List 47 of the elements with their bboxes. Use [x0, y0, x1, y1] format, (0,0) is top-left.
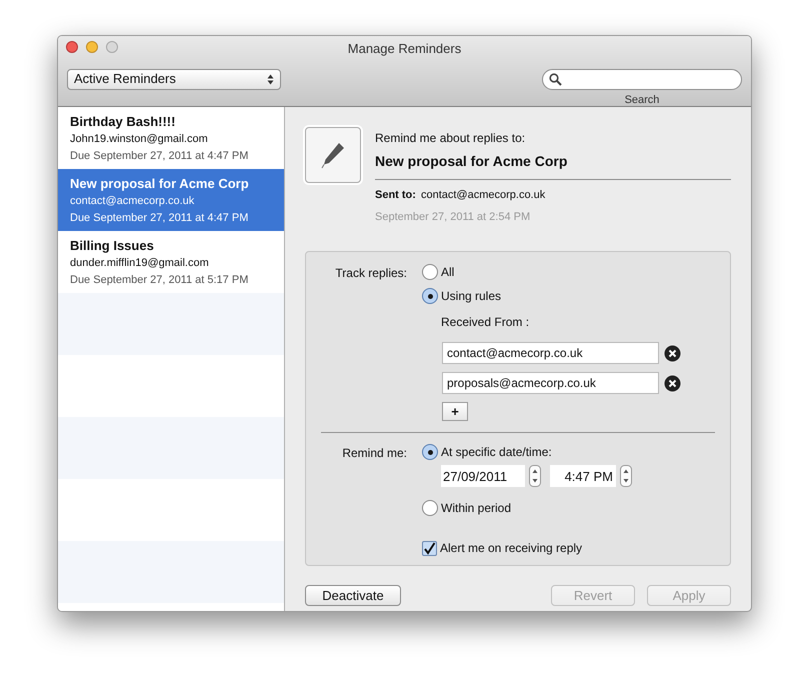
close-window-icon[interactable]: [66, 41, 78, 53]
radio-option-label: Using rules: [441, 288, 502, 305]
header-label: Remind me about replies to:: [375, 130, 526, 147]
remove-icon[interactable]: [664, 374, 681, 392]
checkbox[interactable]: [422, 540, 437, 556]
radio-button[interactable]: [422, 288, 438, 304]
remove-icon[interactable]: [664, 344, 681, 362]
reminder-title: New proposal for Acme Corp: [70, 176, 250, 190]
updown-arrows-icon: [267, 74, 274, 84]
pencil-icon: [320, 141, 346, 169]
window-title: Manage Reminders: [348, 40, 462, 58]
reminder-due: Due September 27, 2011 at 4:47 PM: [70, 210, 250, 224]
track-replies-label: Track replies:: [335, 266, 407, 280]
sent-to-label: Sent to:: [375, 188, 416, 203]
received-from-label: Received From :: [441, 314, 530, 331]
alert-label: Alert me on receiving reply: [440, 540, 582, 557]
address-field[interactable]: proposals@acmecorp.co.uk: [442, 372, 659, 394]
reminder-email: dunder.mifflin19@gmail.com: [70, 256, 210, 270]
time-field[interactable]: 4:47 PM: [550, 465, 616, 487]
remind-me-label: Remind me:: [342, 446, 407, 460]
radio-option-label: All: [441, 264, 454, 281]
stepper-icon[interactable]: [529, 465, 541, 487]
radio-option-label: Within period: [441, 500, 512, 517]
radio-button[interactable]: [422, 444, 438, 460]
search-icon: [549, 72, 562, 86]
add-address-button[interactable]: +: [442, 402, 468, 421]
search-field[interactable]: [542, 68, 742, 90]
address-field[interactable]: contact@acmecorp.co.uk: [442, 342, 659, 364]
reminder-item[interactable]: New proposal for Acme Corp contact@acmecorp.co.uk Due September 27, 2011 at 4:47 PM: [58, 169, 284, 231]
radio-option-label: At specific date/time:: [441, 444, 552, 461]
reminder-title: Billing Issues: [70, 238, 155, 252]
check-icon: [423, 542, 436, 554]
reminder-email: John19.winston@gmail.com: [70, 132, 209, 146]
filter-dropdown[interactable]: Active Reminders: [67, 68, 281, 90]
reminder-subject: New proposal for Acme Corp: [375, 152, 568, 171]
reminder-due: Due September 27, 2011 at 4:47 PM: [70, 148, 250, 162]
date-field[interactable]: 27/09/2011: [441, 465, 525, 487]
stepper-icon[interactable]: [620, 465, 632, 487]
radio-button[interactable]: [422, 500, 438, 516]
radio-button[interactable]: [422, 264, 438, 280]
search-label: Search: [624, 92, 660, 108]
reminder-title: Birthday Bash!!!!: [70, 114, 176, 128]
reminder-due: Due September 27, 2011 at 5:17 PM: [70, 272, 250, 286]
sent-date: September 27, 2011 at 2:54 PM: [375, 210, 532, 224]
action-button[interactable]: Deactivate: [305, 585, 401, 606]
reminder-email: contact@acmecorp.co.uk: [70, 194, 196, 208]
sent-to-address: contact@acmecorp.co.uk: [420, 188, 546, 203]
